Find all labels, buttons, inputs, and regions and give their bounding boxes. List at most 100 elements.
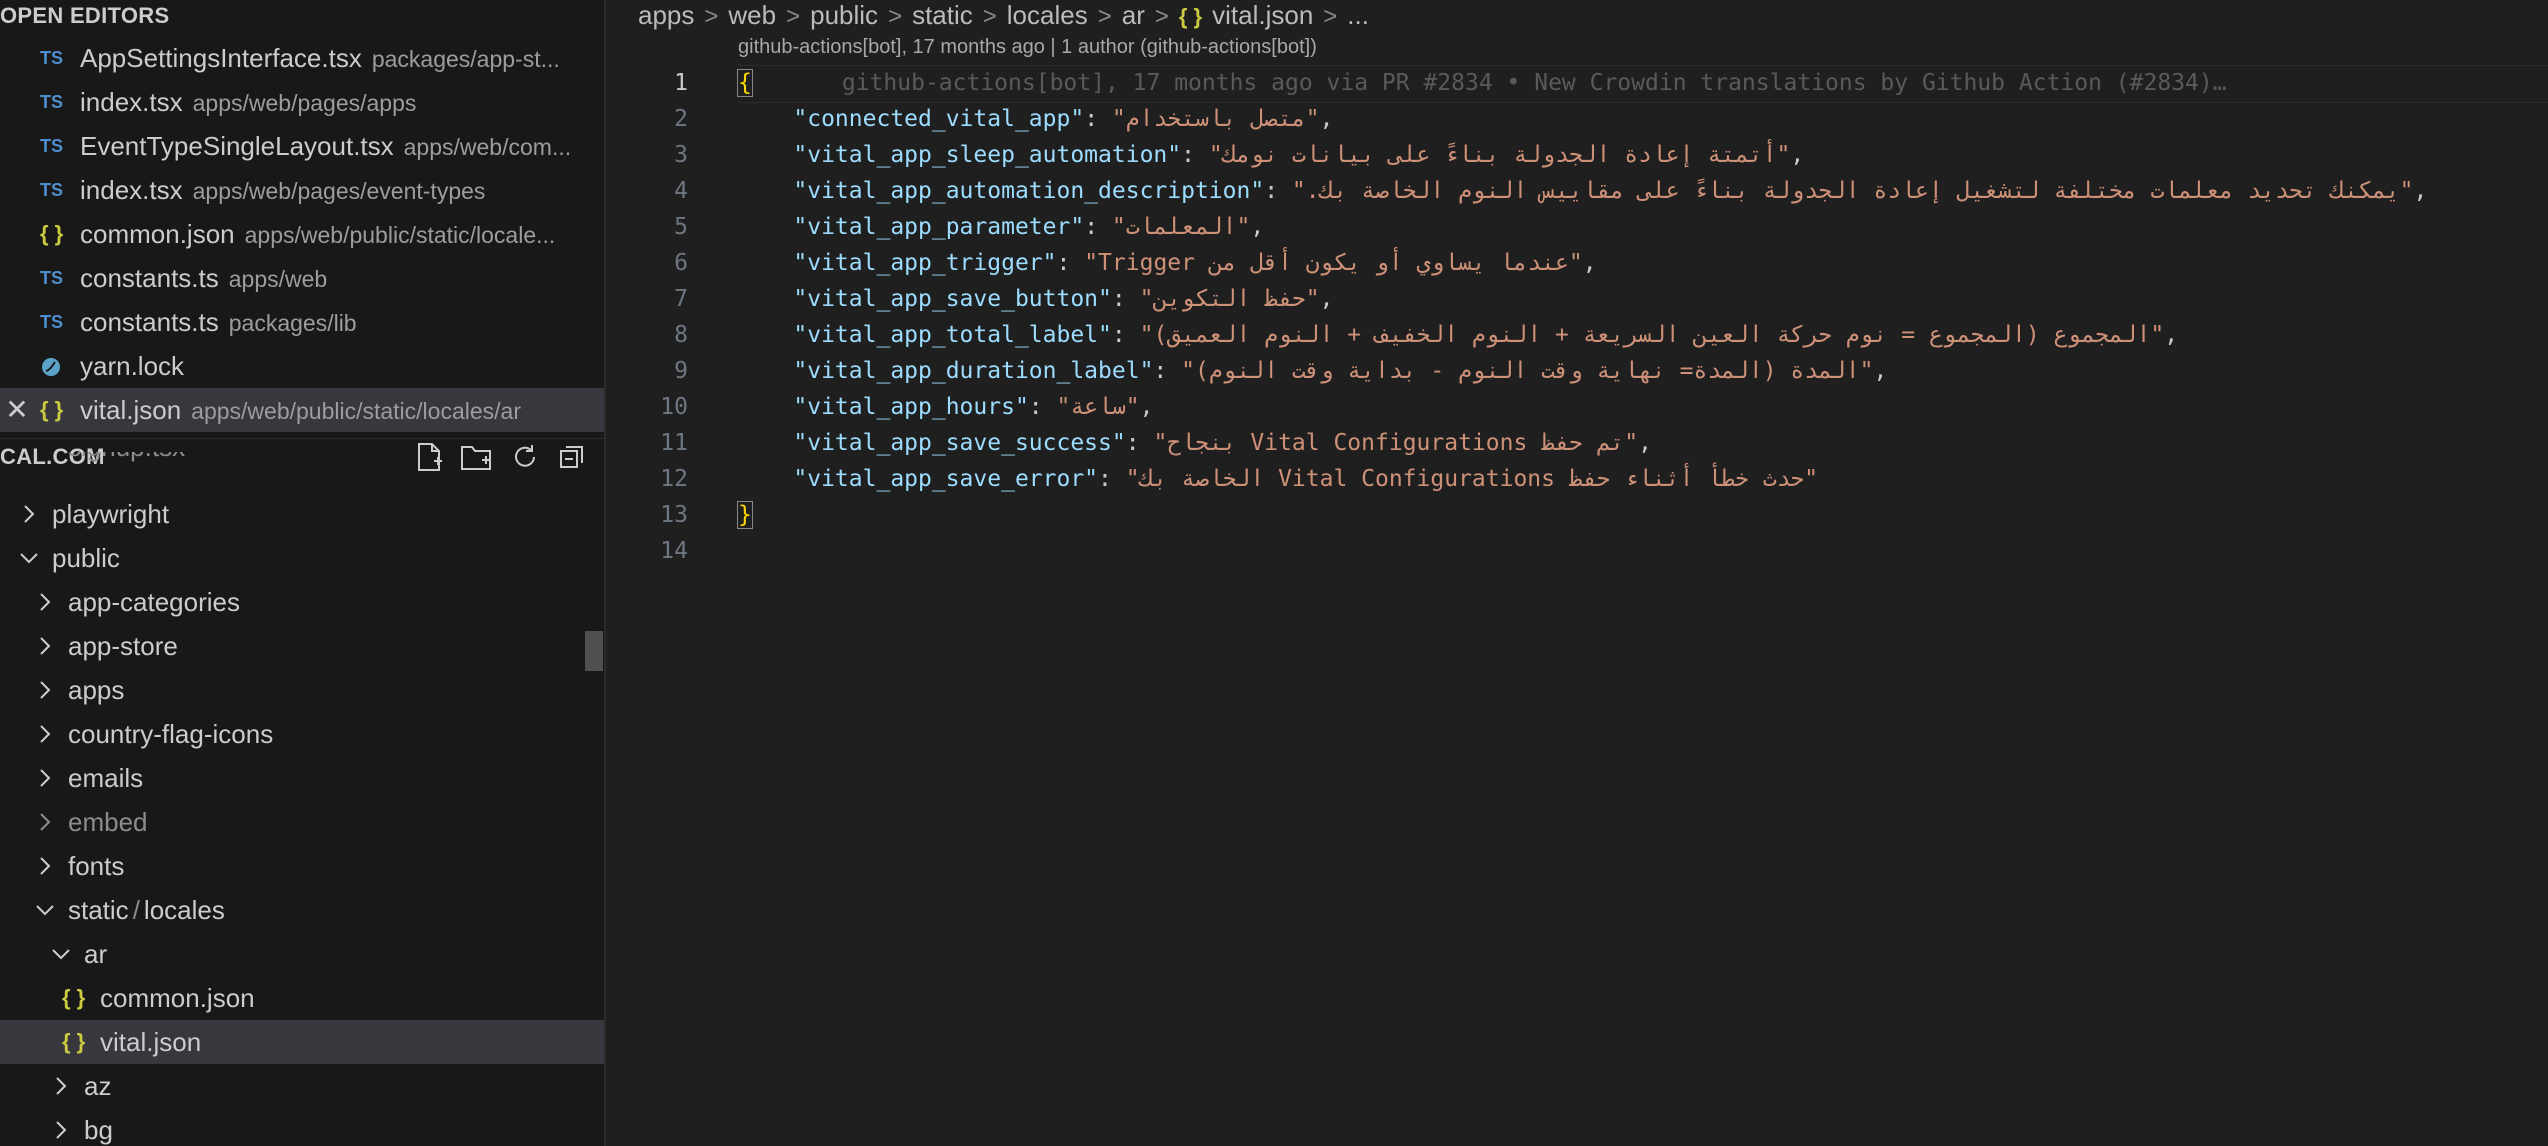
chevron-right-icon: [40, 593, 51, 611]
chevron-right-icon: >: [888, 3, 903, 30]
chevron-right-icon: [56, 1077, 67, 1095]
chevron-right-icon: >: [786, 3, 801, 30]
json-icon: { }: [62, 1029, 86, 1054]
code-editor[interactable]: apps > web > public > static > locales > ar > { } vit…: [606, 0, 2548, 1146]
tree-folder-app-categories[interactable]: app-categories: [0, 580, 604, 624]
line-number: 13: [660, 502, 688, 528]
chevron-right-icon: >: [1154, 3, 1169, 30]
sidebar-scrollbar-thumb[interactable]: [585, 631, 603, 671]
tree-folder-emails[interactable]: emails: [0, 756, 604, 800]
tree-file-common-json[interactable]: { } common.json: [0, 976, 604, 1020]
open-editor-item[interactable]: { } common.json apps/web/public/static/loc…: [0, 212, 604, 256]
open-editors-header[interactable]: OPEN EDITORS: [0, 0, 169, 32]
line-number: 12: [660, 466, 688, 492]
code-line: }: [737, 497, 753, 533]
open-editor-label: index.tsx apps/web/pages/event-types: [80, 168, 485, 212]
json-string-value: "حفظ التكوين": [1139, 286, 1320, 312]
open-editor-item[interactable]: ✕ { } vital.json apps/web/public/static/loc…: [0, 388, 604, 432]
json-icon: { }: [40, 221, 64, 246]
breadcrumb-more[interactable]: ...: [1347, 0, 1369, 30]
tree-folder-bg[interactable]: bg: [0, 1108, 604, 1146]
chevron-down-icon: [20, 553, 38, 564]
json-colon: :: [1125, 430, 1154, 456]
line-number: 11: [660, 430, 688, 456]
json-string-value: "أتمتة إعادة الجدولة بناءً على بيانات نو…: [1208, 142, 1791, 168]
json-string-value: "يمكنك تحديد معلمات مختلفة لتشغيل إعادة …: [1291, 178, 2414, 204]
open-editor-item[interactable]: TS AppSettingsInterface.tsx packages/app-s…: [0, 36, 604, 80]
open-editor-path: apps/web/pages/apps: [192, 90, 417, 116]
chevron-down-icon: [36, 905, 54, 916]
tree-folder-public[interactable]: public: [0, 536, 604, 580]
open-editor-item[interactable]: TS constants.ts packages/lib: [0, 300, 604, 344]
breadcrumb-file[interactable]: vital.json: [1212, 0, 1313, 30]
code-line: "vital_app_automation_description": "يمك…: [738, 173, 2427, 209]
open-editor-item[interactable]: TS EventTypeSingleLayout.tsx apps/web/com.…: [0, 124, 604, 168]
chevron-right-icon: [40, 681, 51, 699]
open-editor-filename: AppSettingsInterface.tsx: [80, 43, 362, 73]
breadcrumb-segment[interactable]: public: [810, 0, 878, 30]
open-editor-path: packages/app-st...: [371, 46, 560, 72]
tree-folder-embed[interactable]: embed: [0, 800, 604, 844]
tree-folder-app-store[interactable]: app-store: [0, 624, 604, 668]
tree-file-vital-json[interactable]: { } vital.json: [0, 1020, 604, 1064]
git-blame-codelens[interactable]: github-actions[bot], 17 months ago | 1 a…: [738, 36, 1317, 59]
open-editor-label: vital.json apps/web/public/static/locales…: [80, 388, 521, 432]
json-comma: ,: [1790, 142, 1805, 168]
code-line: "vital_app_sleep_automation": "أتمتة إعا…: [738, 137, 1804, 173]
chevron-right-icon: [40, 769, 51, 787]
json-string-value: "Trigger عندما يساوي أو يكون أقل من": [1084, 250, 1583, 276]
json-colon: :: [1084, 214, 1112, 240]
breadcrumb-segment[interactable]: static: [912, 0, 973, 30]
chevron-right-icon: [40, 813, 51, 831]
json-string-value: "ساعة": [1056, 394, 1140, 420]
json-key: "vital_app_sleep_automation": [793, 142, 1182, 168]
json-key: "vital_app_total_label": [793, 322, 1112, 348]
tree-folder-az[interactable]: az: [0, 1064, 604, 1108]
tree-folder-static-locales[interactable]: static / locales: [0, 888, 604, 932]
code-line: "connected_vital_app": "متصل باستخدام",: [738, 101, 1333, 137]
open-editor-item[interactable]: TS index.tsx apps/web/pages/event-types: [0, 168, 604, 212]
open-editor-path: apps/web/com...: [403, 134, 572, 160]
json-colon: :: [1056, 250, 1085, 276]
close-icon[interactable]: ✕: [2, 388, 32, 432]
open-editor-label: index.tsx apps/web/pages/apps: [80, 80, 416, 124]
json-comma: ,: [1139, 394, 1154, 420]
json-string-value: "تم حفظ Vital Configurations بنجاح": [1153, 430, 1639, 456]
explorer-sidebar: OPEN EDITORS TS AppSettingsInterface.tsx p…: [0, 0, 606, 1146]
typescript-icon: TS: [40, 268, 64, 288]
open-editor-path: apps/web: [228, 266, 328, 292]
json-key: "vital_app_automation_description": [793, 178, 1265, 204]
open-editor-item[interactable]: TS index.tsx apps/web/pages/apps: [0, 80, 604, 124]
tree-folder-playwright[interactable]: playwright: [0, 492, 604, 536]
tree-folder-fonts[interactable]: fonts: [0, 844, 604, 888]
tree-folder-ar[interactable]: ar: [0, 932, 604, 976]
typescript-icon: TS: [40, 136, 64, 156]
open-editor-label: AppSettingsInterface.tsx packages/app-st.…: [80, 36, 560, 80]
line-number: 9: [674, 358, 688, 384]
tree-item-partial[interactable]: signup.tsx: [0, 452, 604, 482]
tree-folder-country-flag-icons[interactable]: country-flag-icons: [0, 712, 604, 756]
code-line: "vital_app_total_label": "المجموع (المجم…: [738, 317, 2178, 353]
json-colon: :: [1028, 394, 1057, 420]
open-editor-path: apps/web/public/static/locales/ar: [191, 398, 521, 424]
breadcrumb-segment[interactable]: apps: [638, 0, 694, 30]
json-key: "vital_app_save_success": [793, 430, 1126, 456]
breadcrumb-segment[interactable]: web: [728, 0, 776, 30]
json-key: "connected_vital_app": [793, 106, 1085, 132]
chevron-right-icon: >: [704, 3, 719, 30]
open-editor-filename: constants.ts: [80, 307, 219, 337]
chevron-right-icon: [40, 857, 51, 875]
tree-folder-apps[interactable]: apps: [0, 668, 604, 712]
line-number: 8: [674, 322, 688, 348]
open-editors-title: OPEN EDITORS: [0, 3, 170, 28]
open-editor-path: apps/web/public/static/locale...: [244, 222, 556, 248]
line-number: 2: [674, 106, 688, 132]
code-line: "vital_app_save_button": "حفظ التكوين",: [738, 281, 1333, 317]
line-number: 3: [674, 142, 688, 168]
breadcrumb-segment[interactable]: locales: [1007, 0, 1088, 30]
chevron-right-icon: [24, 505, 35, 523]
breadcrumb-segment[interactable]: ar: [1122, 0, 1145, 30]
open-editor-item[interactable]: TS constants.ts apps/web: [0, 256, 604, 300]
line-number: 5: [674, 214, 688, 240]
open-editor-item[interactable]: yarn.lock: [0, 344, 604, 388]
